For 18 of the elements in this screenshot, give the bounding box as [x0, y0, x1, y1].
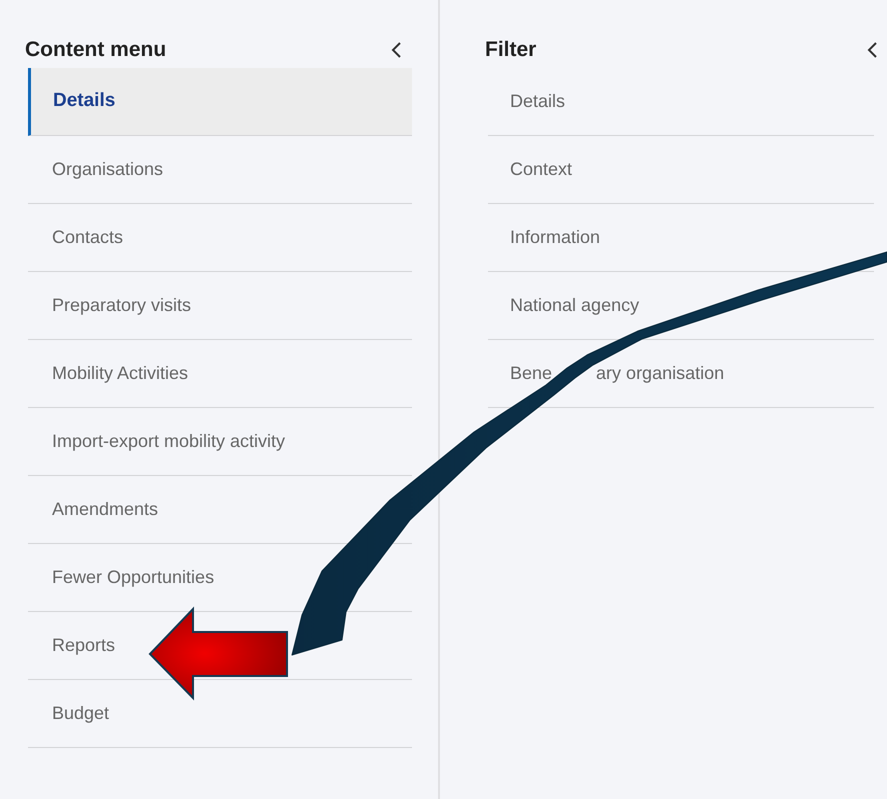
panel-title: Content menu: [25, 37, 166, 64]
menu-item[interactable]: Fewer Opportunities: [52, 564, 214, 591]
menu-item[interactable]: Contacts: [52, 224, 124, 251]
menu-item[interactable]: Preparatory visits: [52, 292, 192, 319]
menu-item[interactable]: Budget: [52, 700, 110, 727]
panel-title: Filter: [485, 37, 536, 64]
menu-item[interactable]: Organisations: [52, 156, 164, 183]
menu-item[interactable]: Details: [28, 68, 412, 136]
filter-item[interactable]: Details: [488, 68, 874, 136]
filter-item[interactable]: Bene: [510, 360, 552, 387]
menu-item[interactable]: Reports: [52, 632, 116, 659]
menu-item[interactable]: Mobility Activities: [52, 360, 188, 387]
filter-item[interactable]: ary organisation: [596, 360, 724, 387]
collapse-icon[interactable]: [866, 41, 878, 59]
menu-item[interactable]: Amendments: [52, 496, 158, 523]
menu-item[interactable]: Import-export mobility activity: [52, 428, 286, 455]
collapse-icon[interactable]: [390, 41, 402, 59]
filter-item[interactable]: Context: [488, 136, 874, 204]
